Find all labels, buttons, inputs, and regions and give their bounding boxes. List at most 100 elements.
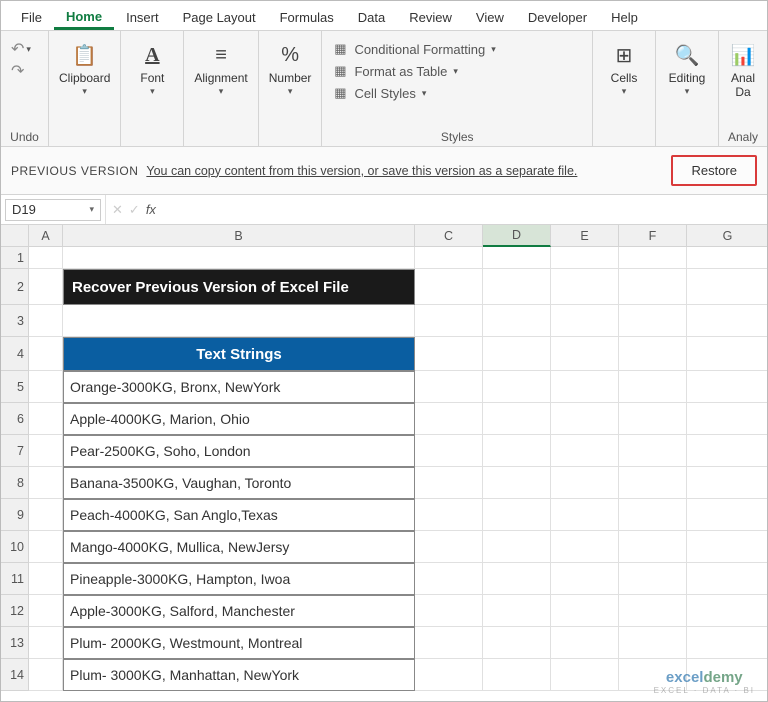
tab-insert[interactable]: Insert — [114, 5, 171, 30]
cell-F13[interactable] — [619, 627, 687, 659]
cell-E5[interactable] — [551, 371, 619, 403]
cells-button[interactable]: ⊞ Cells ▾ — [597, 37, 651, 101]
table-header[interactable]: Text Strings — [63, 337, 415, 371]
cancel-icon[interactable]: ✕ — [112, 202, 123, 218]
format-as-table-button[interactable]: ▦ Format as Table ▾ — [326, 61, 501, 81]
cell-F6[interactable] — [619, 403, 687, 435]
cell-E10[interactable] — [551, 531, 619, 563]
col-header-A[interactable]: A — [29, 225, 63, 247]
tab-formulas[interactable]: Formulas — [268, 5, 346, 30]
cell-E13[interactable] — [551, 627, 619, 659]
data-cell-5[interactable]: Orange-3000KG, Bronx, NewYork — [63, 371, 415, 403]
col-header-G[interactable]: G — [687, 225, 768, 247]
cell-C13[interactable] — [415, 627, 483, 659]
cell-A5[interactable] — [29, 371, 63, 403]
cell-G9[interactable] — [687, 499, 768, 531]
cell-B3[interactable] — [63, 305, 415, 337]
cell-D11[interactable] — [483, 563, 551, 595]
cell-G3[interactable] — [687, 305, 768, 337]
cell-E3[interactable] — [551, 305, 619, 337]
cell-E2[interactable] — [551, 269, 619, 305]
cell-A6[interactable] — [29, 403, 63, 435]
conditional-formatting-button[interactable]: ▦ Conditional Formatting ▾ — [326, 39, 501, 59]
cell-A8[interactable] — [29, 467, 63, 499]
data-cell-9[interactable]: Peach-4000KG, San Anglo,Texas — [63, 499, 415, 531]
number-button[interactable]: % Number ▾ — [263, 37, 318, 101]
cell-C8[interactable] — [415, 467, 483, 499]
cell-C7[interactable] — [415, 435, 483, 467]
tab-view[interactable]: View — [464, 5, 516, 30]
data-cell-8[interactable]: Banana-3500KG, Vaughan, Toronto — [63, 467, 415, 499]
cell-D4[interactable] — [483, 337, 551, 371]
formula-input[interactable] — [162, 195, 767, 224]
cell-styles-button[interactable]: ▦ Cell Styles ▾ — [326, 83, 501, 103]
data-cell-11[interactable]: Pineapple-3000KG, Hampton, Iwoa — [63, 563, 415, 595]
cell-F1[interactable] — [619, 247, 687, 269]
cell-E6[interactable] — [551, 403, 619, 435]
cell-G8[interactable] — [687, 467, 768, 499]
cell-G13[interactable] — [687, 627, 768, 659]
cell-E7[interactable] — [551, 435, 619, 467]
cell-D6[interactable] — [483, 403, 551, 435]
tab-file[interactable]: File — [9, 5, 54, 30]
cell-A7[interactable] — [29, 435, 63, 467]
col-header-E[interactable]: E — [551, 225, 619, 247]
cell-G2[interactable] — [687, 269, 768, 305]
row-header-7[interactable]: 7 — [1, 435, 29, 467]
row-header-12[interactable]: 12 — [1, 595, 29, 627]
cell-E12[interactable] — [551, 595, 619, 627]
cell-A1[interactable] — [29, 247, 63, 269]
row-header-4[interactable]: 4 — [1, 337, 29, 371]
fx-icon[interactable]: fx — [146, 202, 156, 217]
font-button[interactable]: A Font ▾ — [125, 37, 179, 101]
cell-A3[interactable] — [29, 305, 63, 337]
cell-C10[interactable] — [415, 531, 483, 563]
row-header-14[interactable]: 14 — [1, 659, 29, 691]
row-header-13[interactable]: 13 — [1, 627, 29, 659]
row-header-2[interactable]: 2 — [1, 269, 29, 305]
cell-B1[interactable] — [63, 247, 415, 269]
cell-E8[interactable] — [551, 467, 619, 499]
col-header-B[interactable]: B — [63, 225, 415, 247]
cell-D12[interactable] — [483, 595, 551, 627]
cell-E9[interactable] — [551, 499, 619, 531]
cell-G4[interactable] — [687, 337, 768, 371]
cell-D3[interactable] — [483, 305, 551, 337]
cell-G6[interactable] — [687, 403, 768, 435]
undo-button[interactable]: ↶▾ — [11, 39, 31, 59]
cell-F7[interactable] — [619, 435, 687, 467]
tab-data[interactable]: Data — [346, 5, 397, 30]
cell-G11[interactable] — [687, 563, 768, 595]
check-icon[interactable]: ✓ — [129, 202, 140, 218]
data-cell-10[interactable]: Mango-4000KG, Mullica, NewJersy — [63, 531, 415, 563]
row-header-6[interactable]: 6 — [1, 403, 29, 435]
data-cell-13[interactable]: Plum- 2000KG, Westmount, Montreal — [63, 627, 415, 659]
data-cell-12[interactable]: Apple-3000KG, Salford, Manchester — [63, 595, 415, 627]
cell-E11[interactable] — [551, 563, 619, 595]
cell-G10[interactable] — [687, 531, 768, 563]
cell-F5[interactable] — [619, 371, 687, 403]
select-all-corner[interactable] — [1, 225, 29, 247]
cell-A2[interactable] — [29, 269, 63, 305]
cell-G1[interactable] — [687, 247, 768, 269]
row-header-8[interactable]: 8 — [1, 467, 29, 499]
editing-button[interactable]: 🔍 Editing ▾ — [660, 37, 714, 101]
cell-C3[interactable] — [415, 305, 483, 337]
cell-D8[interactable] — [483, 467, 551, 499]
cell-D10[interactable] — [483, 531, 551, 563]
cell-E1[interactable] — [551, 247, 619, 269]
cell-C5[interactable] — [415, 371, 483, 403]
cell-G5[interactable] — [687, 371, 768, 403]
cell-C9[interactable] — [415, 499, 483, 531]
cell-D14[interactable] — [483, 659, 551, 691]
cell-A14[interactable] — [29, 659, 63, 691]
tab-help[interactable]: Help — [599, 5, 650, 30]
redo-button[interactable]: ↷ — [11, 61, 31, 81]
alignment-button[interactable]: ≡ Alignment ▾ — [188, 37, 253, 101]
cell-F8[interactable] — [619, 467, 687, 499]
cell-F11[interactable] — [619, 563, 687, 595]
tab-developer[interactable]: Developer — [516, 5, 599, 30]
cell-A12[interactable] — [29, 595, 63, 627]
cell-F12[interactable] — [619, 595, 687, 627]
row-header-5[interactable]: 5 — [1, 371, 29, 403]
